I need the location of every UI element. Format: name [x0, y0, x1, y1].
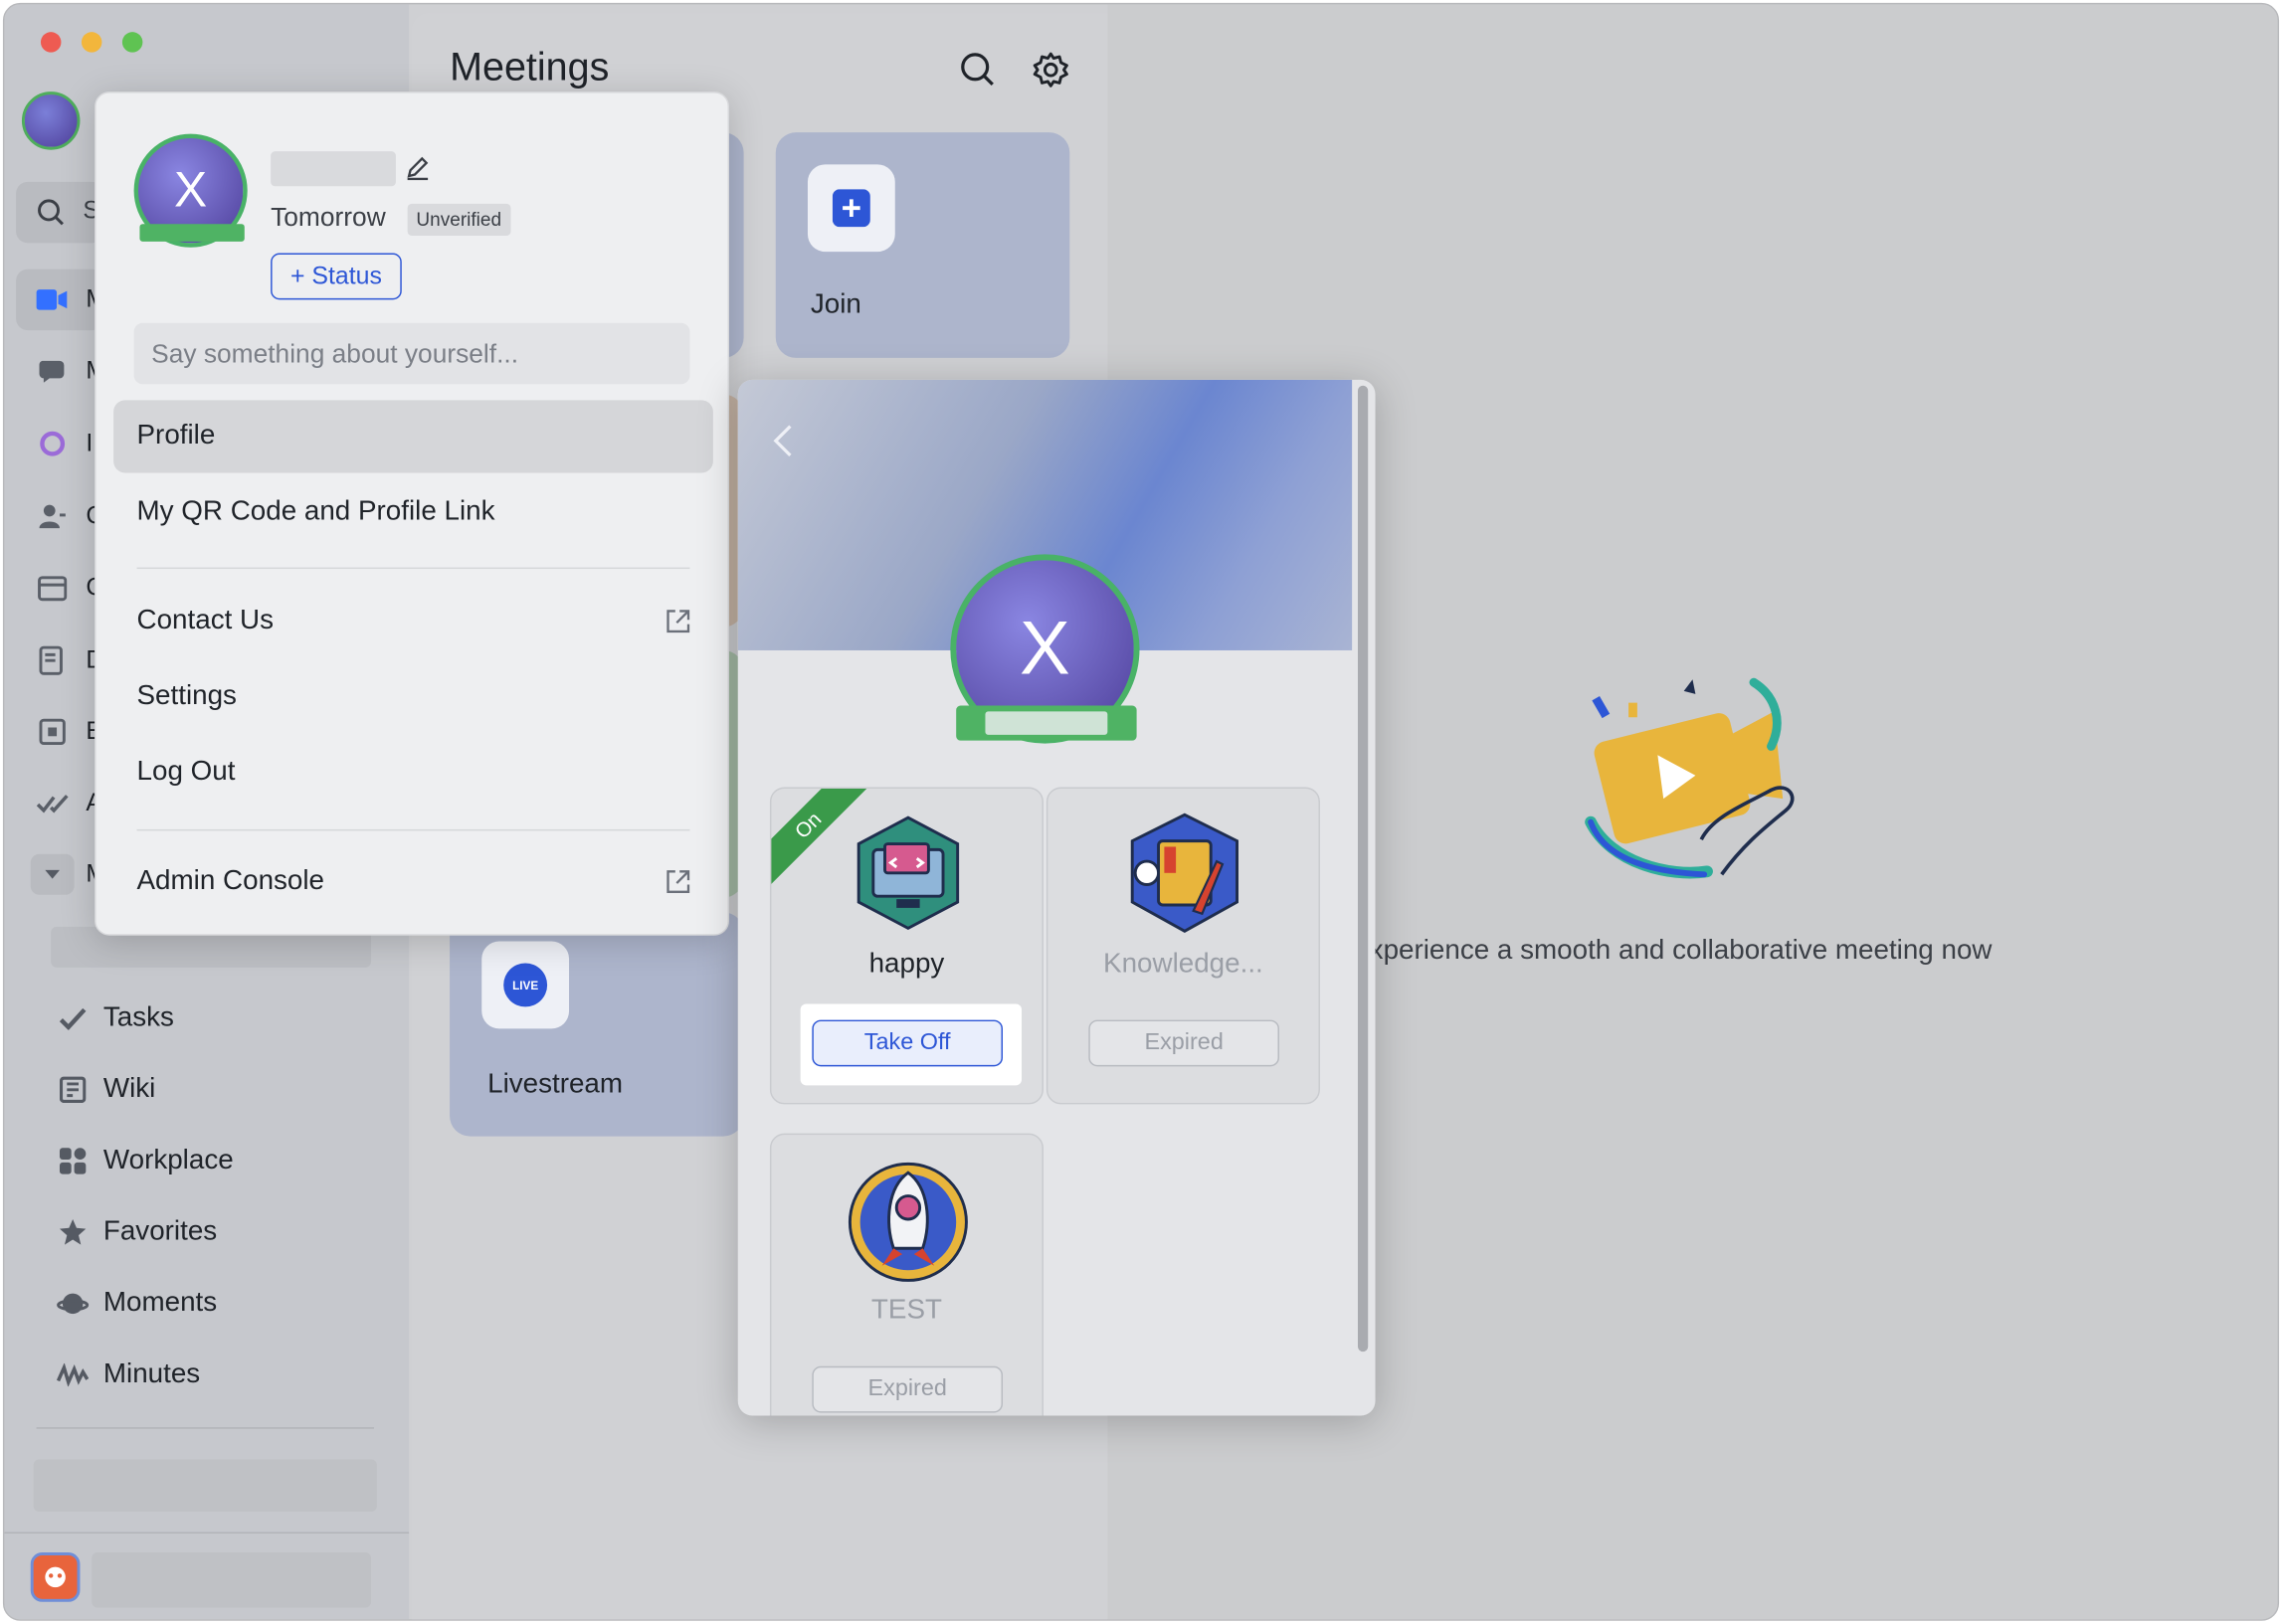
empty-state-text: xperience a smooth and collaborative mee…: [1369, 935, 1993, 967]
star-icon: [57, 1216, 89, 1248]
sidebar-item-minutes[interactable]: Minutes: [57, 1353, 200, 1397]
menu-item-label: Log Out: [136, 756, 236, 788]
badge-card-test[interactable]: TEST Expired: [769, 1133, 1044, 1416]
redacted-name: [271, 151, 396, 187]
sidebar-avatar[interactable]: [21, 91, 81, 150]
menu-divider: [136, 828, 690, 831]
menu-item-contact-us[interactable]: Contact Us: [113, 585, 713, 657]
sidebar-bottom-divider: [4, 1532, 410, 1534]
gear-icon[interactable]: [1032, 51, 1069, 89]
about-yourself-input[interactable]: Say something about yourself...: [133, 322, 690, 385]
redacted-bar: [33, 1459, 377, 1513]
avatar-ribbon-plate: [985, 711, 1108, 735]
menu-item-label: My QR Code and Profile Link: [136, 495, 495, 527]
menu-item-log-out[interactable]: Log Out: [113, 736, 713, 809]
menu-item-label: Profile: [136, 420, 216, 451]
unverified-badge: Unverified: [407, 203, 510, 237]
more-collapse-button[interactable]: [30, 853, 75, 895]
avatar-letter: X: [174, 162, 208, 218]
live-icon: LIVE: [503, 963, 548, 1007]
menu-item-profile[interactable]: Profile: [113, 400, 713, 473]
search-icon: [38, 199, 64, 226]
knowledge-badge-icon: [1130, 812, 1239, 933]
chevron-down-icon: [45, 869, 60, 879]
sidebar-search[interactable]: S: [16, 181, 103, 244]
menu-item-settings[interactable]: Settings: [113, 660, 713, 733]
sidebar-item-favorites[interactable]: Favorites: [57, 1210, 217, 1254]
contacts-icon[interactable]: [37, 500, 69, 532]
badge-card-happy[interactable]: On happy Take Off: [769, 787, 1044, 1105]
menu-item-admin-console[interactable]: Admin Console: [113, 845, 713, 918]
badge-name: Knowledge...: [1103, 948, 1263, 980]
edit-pencil-icon[interactable]: [405, 154, 431, 181]
livestream-label: Livestream: [487, 1069, 624, 1101]
external-link-icon: [666, 870, 690, 893]
add-status-button[interactable]: + Status: [271, 253, 402, 300]
sidebar-item-moments[interactable]: Moments: [57, 1282, 217, 1326]
live-badge-text: LIVE: [512, 978, 539, 992]
rocket-badge-icon: [848, 1162, 968, 1282]
menu-item-qr-code[interactable]: My QR Code and Profile Link: [113, 475, 713, 548]
menu-divider: [136, 567, 690, 570]
badge-panel-scrollbar[interactable]: [1357, 385, 1369, 1353]
join-card[interactable]: Join: [775, 132, 1070, 358]
sidebar-item-label: Workplace: [102, 1145, 234, 1176]
sidebar-item-workplace[interactable]: Workplace: [57, 1140, 234, 1183]
badge-name: happy: [868, 948, 945, 980]
app-logo-icon[interactable]: [30, 1552, 81, 1602]
sidebar-item-label: Minutes: [102, 1358, 201, 1390]
livestream-icon-tile: LIVE: [481, 941, 570, 1029]
sidebar-item-label: Wiki: [102, 1073, 156, 1105]
back-chevron-icon[interactable]: [773, 424, 793, 458]
join-label: Join: [810, 289, 861, 320]
grid-icon: [57, 1145, 89, 1176]
docs-icon[interactable]: [37, 644, 69, 676]
minimize-window-button[interactable]: [81, 32, 102, 53]
on-ribbon-text: On: [790, 807, 826, 843]
sidebar-item-tasks[interactable]: Tasks: [57, 996, 174, 1040]
status-word: Tomorrow: [271, 202, 386, 232]
email-icon[interactable]: [37, 716, 69, 748]
profile-menu: X Tomorrow Unverified + Status Say somet…: [95, 91, 729, 936]
waveform-icon: [57, 1358, 90, 1390]
expired-button: Expired: [1088, 1019, 1279, 1067]
zoom-window-button[interactable]: [121, 32, 143, 53]
wiki-icon: [57, 1074, 89, 1106]
sidebar-item-wiki[interactable]: Wiki: [57, 1068, 155, 1112]
app-window: S M M I C C D E A M Tasks Wiki: [2, 2, 2280, 1621]
badge-panel: X On happy Take Off Knowledge... Expired…: [737, 379, 1376, 1416]
close-window-button[interactable]: [40, 32, 62, 53]
external-link-icon: [666, 610, 690, 633]
about-yourself-placeholder: Say something about yourself...: [151, 338, 519, 369]
approval-icon[interactable]: [36, 787, 69, 818]
plus-icon: [832, 189, 870, 228]
coding-badge-icon: [856, 815, 960, 931]
calendar-icon[interactable]: [37, 572, 69, 604]
ai-ring-icon[interactable]: [37, 428, 69, 459]
search-icon[interactable]: [959, 51, 997, 89]
sidebar-item-label: Tasks: [102, 1002, 174, 1033]
join-icon-tile: [807, 164, 895, 253]
livestream-card[interactable]: LIVE Livestream: [450, 912, 744, 1137]
menu-item-label: Settings: [136, 680, 237, 712]
messenger-icon[interactable]: [37, 355, 69, 387]
menu-item-label: Contact Us: [136, 605, 275, 636]
sidebar-letter: I: [86, 429, 94, 457]
menu-item-label: Admin Console: [136, 865, 325, 897]
badge-card-knowledge[interactable]: Knowledge... Expired: [1046, 787, 1320, 1105]
badge-name: TEST: [870, 1295, 942, 1326]
avatar-ribbon: [139, 224, 245, 242]
page-title: Meetings: [450, 45, 610, 90]
redacted-bar: [92, 1552, 372, 1608]
take-off-button[interactable]: Take Off: [812, 1019, 1004, 1067]
avatar-letter: X: [1020, 607, 1070, 691]
expired-button: Expired: [812, 1365, 1004, 1413]
sidebar-item-label: Favorites: [102, 1216, 218, 1247]
sidebar-item-label: Moments: [102, 1287, 218, 1319]
video-icon: [36, 283, 69, 315]
planet-icon: [57, 1288, 90, 1320]
check-icon: [57, 1002, 89, 1034]
sidebar-divider: [36, 1427, 374, 1429]
video-camera-illustration-icon: [1585, 677, 1795, 879]
